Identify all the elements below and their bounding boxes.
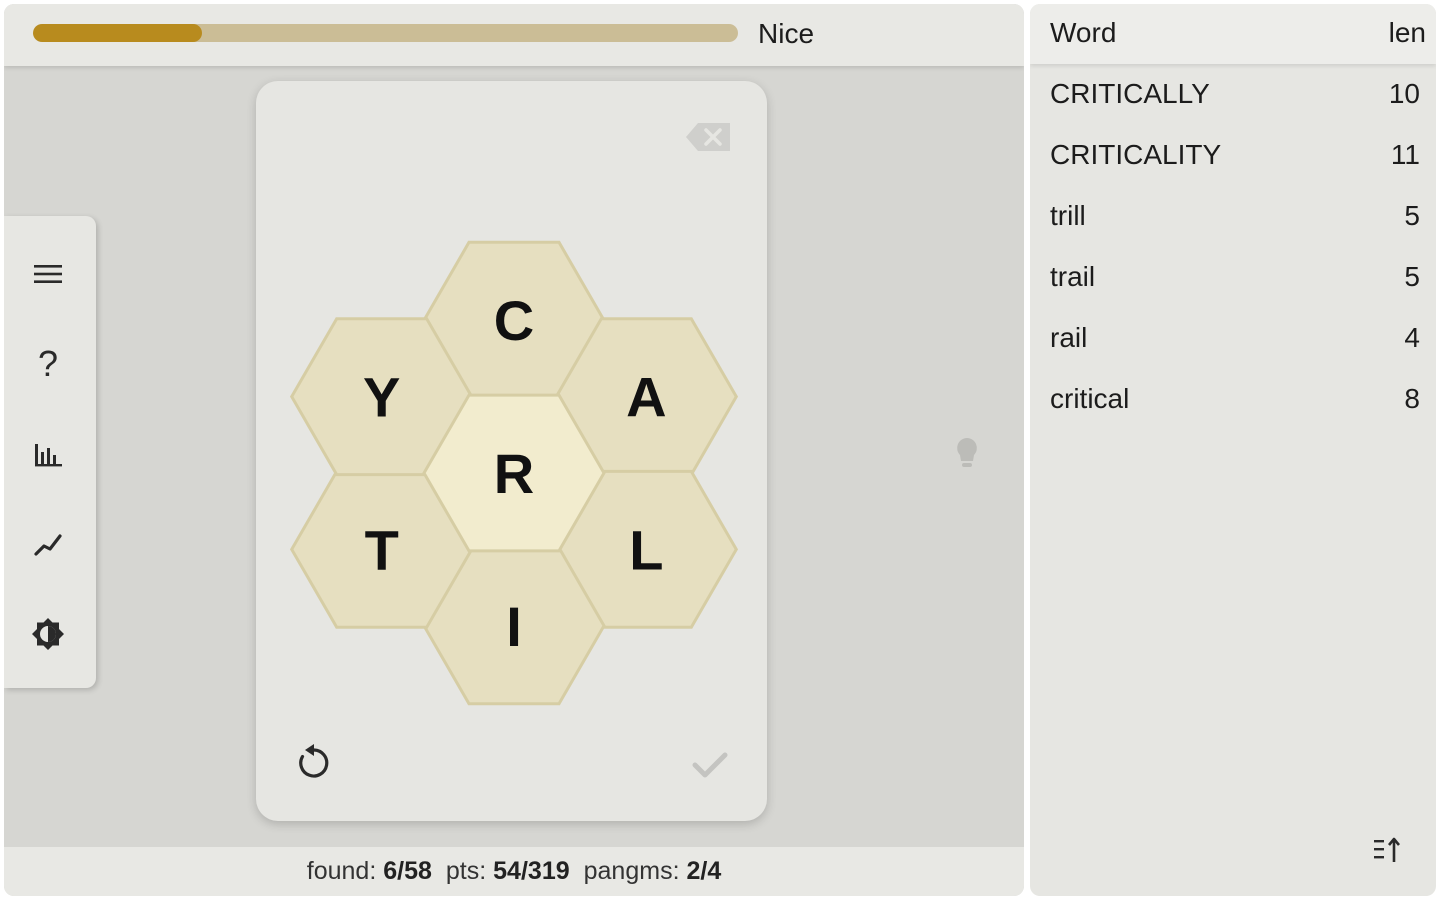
help-glyph: ? bbox=[37, 343, 59, 384]
progress-track bbox=[33, 24, 738, 42]
shuffle-icon[interactable] bbox=[292, 741, 336, 785]
hive: C A L I T Y R bbox=[289, 240, 739, 706]
menu-icon[interactable] bbox=[26, 252, 70, 296]
theme-icon[interactable] bbox=[26, 612, 70, 656]
sort-icon[interactable] bbox=[1370, 834, 1410, 868]
status-bar: found: 6/58 pts: 54/319 pangms: 2/4 bbox=[4, 847, 1024, 896]
submit-icon[interactable] bbox=[688, 745, 732, 785]
progress-bar-area: Nice bbox=[4, 4, 1024, 66]
stats-icon[interactable] bbox=[26, 432, 70, 476]
rank-label: Nice bbox=[758, 18, 815, 49]
found-stat: found: 6/58 bbox=[306, 857, 432, 885]
hex-letter: A bbox=[626, 366, 666, 429]
game-panel: Nice ? C A L I T Y R found: 6/58 pts: 54/319 p… bbox=[4, 4, 1024, 896]
hex-letter: T bbox=[365, 518, 399, 581]
hex-letter: C bbox=[494, 289, 534, 352]
pangrams-stat: pangms: 2/4 bbox=[583, 857, 722, 885]
trend-icon[interactable] bbox=[26, 522, 70, 566]
hex-letter: I bbox=[506, 595, 522, 658]
column-header-len[interactable]: len bbox=[1389, 17, 1426, 49]
progress-fill bbox=[33, 24, 203, 42]
points-stat: pts: 54/319 bbox=[445, 857, 570, 885]
lightbulb-icon[interactable] bbox=[952, 434, 982, 474]
column-header-word[interactable]: Word bbox=[1050, 17, 1116, 49]
list-item: CRITICALLY 10 bbox=[1050, 78, 1420, 109]
hex-letter: L bbox=[629, 518, 663, 581]
hex-letter: Y bbox=[363, 366, 400, 429]
word-list-header: Word len bbox=[1030, 4, 1436, 64]
side-toolbar: ? bbox=[4, 216, 96, 688]
backspace-icon[interactable] bbox=[684, 117, 734, 157]
list-item: CRITICALITY 11 bbox=[1050, 139, 1420, 170]
list-item: critical 8 bbox=[1050, 383, 1420, 414]
hex-letter: R bbox=[494, 442, 534, 505]
help-icon[interactable]: ? bbox=[26, 342, 70, 386]
list-item: trail 5 bbox=[1050, 261, 1420, 292]
list-item: trill 5 bbox=[1050, 200, 1420, 231]
word-list-panel: Word len CRITICALLY 10 CRITICALITY 11 tril… bbox=[1030, 4, 1436, 896]
list-item: rail 4 bbox=[1050, 322, 1420, 353]
game-card: C A L I T Y R bbox=[256, 81, 767, 821]
